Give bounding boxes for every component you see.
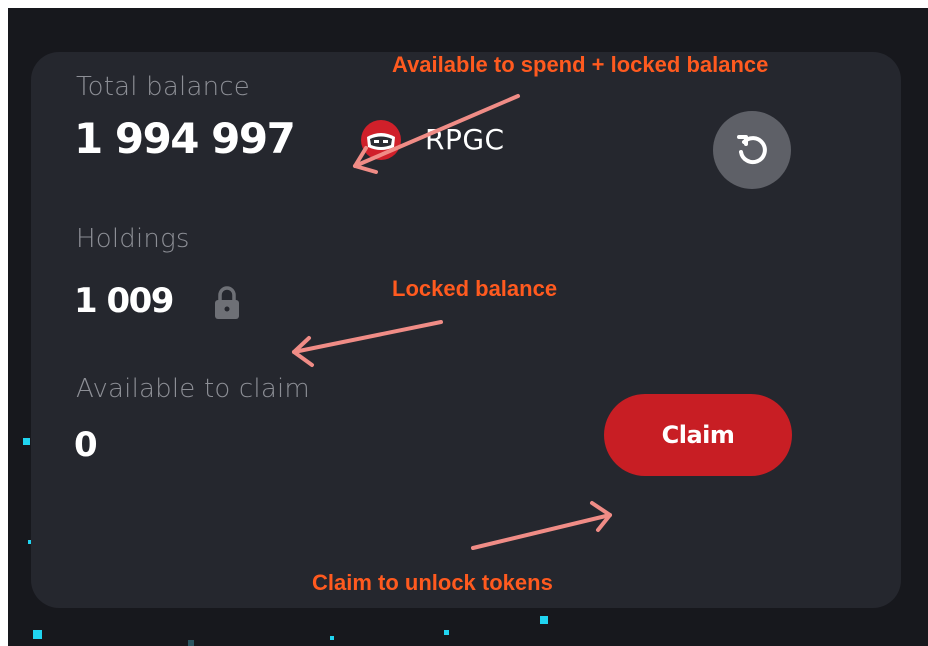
claim-button[interactable]: Claim [604, 394, 792, 476]
available-to-claim-value: 0 [74, 425, 98, 465]
total-balance-annotation: Available to spend + locked balance [392, 52, 769, 77]
refresh-button[interactable] [713, 111, 791, 189]
refresh-icon [737, 135, 767, 165]
background-particle [540, 616, 548, 624]
background-particle [23, 438, 30, 445]
background-particle [330, 636, 334, 640]
app-background [8, 8, 928, 646]
rpgc-token-icon [361, 120, 401, 160]
total-balance-value: 1 994 997 [74, 114, 296, 163]
background-particle [33, 630, 42, 639]
available-to-claim-label: Available to claim [76, 374, 310, 404]
holdings-label: Holdings [76, 224, 190, 254]
background-particle [188, 640, 194, 646]
token-symbol: RPGC [425, 123, 505, 156]
total-balance-label: Total balance [76, 72, 250, 102]
background-particle [444, 630, 449, 635]
holdings-value: 1 009 [74, 281, 174, 321]
holdings-annotation: Locked balance [392, 276, 558, 301]
claim-annotation: Claim to unlock tokens [312, 570, 553, 595]
lock-icon [215, 286, 239, 319]
